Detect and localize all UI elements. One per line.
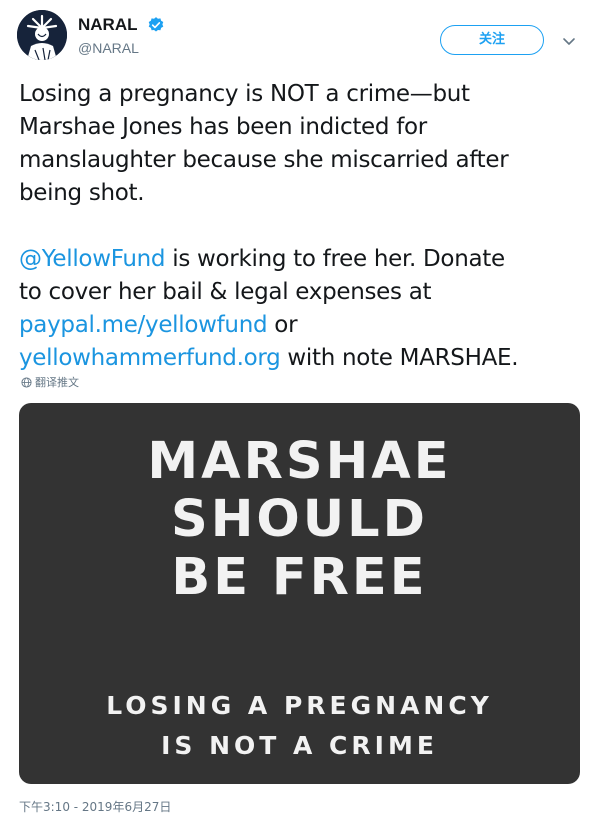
headline-line: SHOULD <box>170 490 428 549</box>
tweet-line: paypal.me/yellowfund or <box>19 309 589 342</box>
timestamp[interactable]: 下午3:10 - 2019年6月27日 <box>19 798 171 815</box>
follow-button[interactable]: 关注 <box>440 25 544 55</box>
tweet-line-text: or <box>267 312 298 338</box>
paypal-link[interactable]: paypal.me/yellowfund <box>19 312 268 338</box>
tweet-line: @YellowFund is working to free her. Dona… <box>19 243 589 276</box>
tweet-header: NARAL @NARAL 关注 <box>0 0 605 74</box>
headline-line: MARSHAE <box>147 432 452 491</box>
tweet-line: being shot. <box>19 180 145 206</box>
tweet-line: manslaughter because she miscarried afte… <box>19 147 509 173</box>
headline-line: BE FREE <box>171 548 428 607</box>
verified-badge-icon <box>148 16 163 32</box>
globe-icon <box>21 376 32 388</box>
translate-label: 翻译推文 <box>35 376 79 389</box>
mention-link[interactable]: @YellowFund <box>19 246 166 272</box>
tweet-line-text: is working to free her. Donate <box>165 246 505 272</box>
handle[interactable]: @NARAL <box>78 40 165 56</box>
poster-headline: MARSHAE SHOULD BE FREE <box>19 433 580 607</box>
tweet-line-text: with note MARSHAE. <box>280 345 519 371</box>
chevron-down-icon[interactable] <box>562 34 576 48</box>
display-name[interactable]: NARAL <box>78 15 138 35</box>
poster-subline: LOSING A PREGNANCY IS NOT A CRIME <box>19 686 580 766</box>
tweet-card: NARAL @NARAL 关注 Losing a pregnancy is NO… <box>0 0 605 823</box>
tweet-line: Losing a pregnancy is NOT a crime—but <box>19 81 470 107</box>
subline-line: LOSING A PREGNANCY <box>106 691 493 720</box>
statue-of-liberty-logo <box>17 10 67 60</box>
subline-line: IS NOT A CRIME <box>161 731 438 760</box>
tweet-image[interactable]: MARSHAE SHOULD BE FREE LOSING A PREGNANC… <box>19 403 580 784</box>
tweet-line: Marshae Jones has been indicted for <box>19 114 427 140</box>
translate-tweet-button[interactable]: 翻译推文 <box>21 374 79 390</box>
yellowhammer-link[interactable]: yellowhammerfund.org <box>19 345 281 371</box>
avatar[interactable] <box>17 10 67 60</box>
tweet-line: yellowhammerfund.org with note MARSHAE. <box>19 342 589 375</box>
author-info: NARAL @NARAL <box>78 14 165 56</box>
tweet-line: to cover her bail & legal expenses at <box>19 279 432 305</box>
tweet-text: Losing a pregnancy is NOT a crime—but Ma… <box>19 78 589 375</box>
